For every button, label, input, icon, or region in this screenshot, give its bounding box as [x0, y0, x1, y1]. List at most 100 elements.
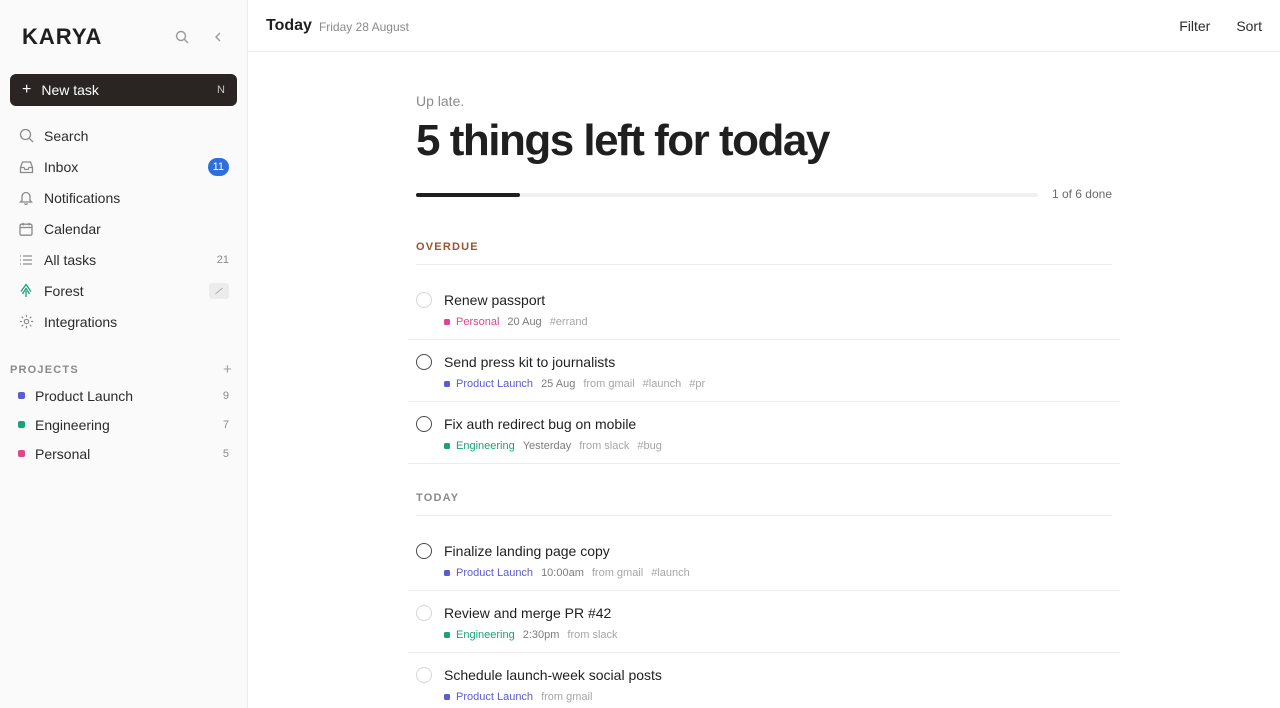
project-item-product-launch[interactable]: Product Launch 9: [10, 381, 237, 410]
task-due: 10:00am: [541, 567, 584, 579]
search-icon[interactable]: [173, 28, 191, 46]
task-tag[interactable]: #errand: [550, 316, 588, 328]
task-meta: Engineering Yesterday from slack #bug: [444, 440, 662, 452]
task-checkbox[interactable]: [416, 605, 432, 621]
add-project-icon[interactable]: +: [223, 361, 233, 378]
sidebar-item-label: All tasks: [44, 251, 97, 268]
project-color-dot: [18, 421, 25, 428]
task-row[interactable]: Finalize landing page copy Product Launch…: [408, 529, 1120, 591]
project-label: Engineering: [35, 416, 110, 433]
progress-bar: [416, 193, 1038, 197]
forest-progress-icon: [209, 282, 229, 299]
task-tag[interactable]: #launch: [643, 378, 682, 390]
task-checkbox[interactable]: [416, 667, 432, 683]
all-tasks-count: 21: [216, 253, 229, 266]
project-color-dot: [444, 570, 450, 576]
task-tag[interactable]: #launch: [651, 567, 690, 579]
task-project[interactable]: Product Launch: [444, 691, 533, 703]
progress-label: 1 of 6 done: [1051, 187, 1112, 201]
projects-list: Product Launch 9 Engineering 7 Personal …: [10, 381, 237, 468]
app-logo[interactable]: KARYA: [22, 24, 102, 50]
section-divider: [416, 264, 1112, 265]
task-project-label: Product Launch: [456, 567, 534, 579]
sidebar-nav: Search Inbox 11 Notifications Calendar A…: [10, 120, 237, 337]
task-title: Review and merge PR #42: [444, 605, 612, 621]
project-item-personal[interactable]: Personal 5: [10, 439, 237, 468]
task-row[interactable]: Send press kit to journalists Product Lau…: [408, 340, 1120, 402]
projects-title: PROJECTS: [10, 363, 79, 376]
task-source: from gmail: [583, 378, 635, 390]
task-project[interactable]: Engineering: [444, 629, 515, 641]
new-task-button[interactable]: + New task N: [10, 74, 237, 106]
sidebar-item-all-tasks[interactable]: All tasks 21: [10, 244, 237, 275]
task-checkbox[interactable]: [416, 416, 432, 432]
projects-header: PROJECTS +: [10, 361, 237, 378]
top-bar: Today Friday 28 August Filter Sort: [248, 0, 1280, 52]
project-color-dot: [444, 381, 450, 387]
task-project-label: Engineering: [456, 629, 515, 641]
progress-fill: [416, 193, 520, 197]
sidebar-item-calendar[interactable]: Calendar: [10, 213, 237, 244]
sidebar: KARYA + New task N Search Inbox 11 Notif…: [0, 0, 248, 708]
task-project-label: Product Launch: [456, 691, 534, 703]
task-source: from slack: [579, 440, 630, 452]
task-title: Send press kit to journalists: [444, 354, 616, 370]
task-tag[interactable]: #bug: [637, 440, 661, 452]
project-count: 5: [222, 447, 229, 460]
tree-icon: [18, 283, 34, 299]
sidebar-item-notifications[interactable]: Notifications: [10, 182, 237, 213]
task-title: Finalize landing page copy: [444, 543, 610, 559]
task-project[interactable]: Product Launch: [444, 378, 533, 390]
task-due: 2:30pm: [522, 629, 560, 641]
sidebar-item-integrations[interactable]: Integrations: [10, 306, 237, 337]
sidebar-item-forest[interactable]: Forest: [10, 275, 237, 306]
task-due: 20 Aug: [507, 316, 542, 328]
sidebar-item-label: Forest: [44, 282, 84, 299]
integrations-icon: [18, 314, 34, 330]
task-checkbox[interactable]: [416, 292, 432, 308]
task-row[interactable]: Fix auth redirect bug on mobile Engineeri…: [408, 402, 1120, 464]
task-project[interactable]: Product Launch: [444, 567, 533, 579]
task-row[interactable]: Review and merge PR #42 Engineering 2:30pm…: [408, 591, 1120, 653]
filter-button[interactable]: Filter: [1179, 18, 1210, 34]
task-checkbox[interactable]: [416, 354, 432, 370]
task-due: Yesterday: [522, 440, 572, 452]
task-tag[interactable]: #pr: [689, 378, 705, 390]
project-label: Personal: [35, 445, 91, 462]
sidebar-item-label: Notifications: [44, 189, 121, 206]
search-icon: [18, 128, 34, 144]
project-item-engineering[interactable]: Engineering 7: [10, 410, 237, 439]
project-count: 7: [222, 418, 229, 431]
task-row[interactable]: Renew passport Personal 20 Aug #errand: [408, 278, 1120, 340]
task-project[interactable]: Personal: [444, 316, 499, 328]
task-meta: Personal 20 Aug #errand: [444, 316, 588, 328]
task-meta: Engineering 2:30pm from slack: [444, 629, 618, 641]
list-icon: [18, 252, 34, 268]
task-project-label: Personal: [456, 316, 500, 328]
new-task-label: New task: [41, 82, 99, 98]
sidebar-item-inbox[interactable]: Inbox 11: [10, 151, 237, 182]
sidebar-item-search[interactable]: Search: [10, 120, 237, 151]
project-color-dot: [444, 694, 450, 700]
project-label: Product Launch: [35, 387, 134, 404]
page-date: Friday 28 August: [318, 19, 409, 34]
inbox-count-badge: 11: [207, 157, 229, 176]
collapse-sidebar-icon[interactable]: [209, 28, 227, 46]
task-project[interactable]: Engineering: [444, 440, 515, 452]
inbox-icon: [18, 159, 34, 175]
sort-button[interactable]: Sort: [1236, 18, 1262, 34]
task-title: Schedule launch-week social posts: [444, 667, 662, 683]
section-label-today: TODAY: [416, 492, 460, 504]
project-color-dot: [444, 632, 450, 638]
top-actions: Filter Sort: [1179, 18, 1262, 34]
task-project-label: Engineering: [456, 440, 515, 452]
task-meta: Product Launch from gmail: [444, 691, 592, 703]
task-source: from slack: [567, 629, 618, 641]
task-title: Fix auth redirect bug on mobile: [444, 416, 637, 432]
task-row[interactable]: Schedule launch-week social posts Product…: [408, 653, 1120, 708]
task-checkbox[interactable]: [416, 543, 432, 559]
sidebar-item-label: Search: [44, 127, 89, 144]
sidebar-item-label: Calendar: [44, 220, 101, 237]
sidebar-item-label: Inbox: [44, 158, 79, 175]
section-label-overdue: OVERDUE: [416, 241, 479, 253]
